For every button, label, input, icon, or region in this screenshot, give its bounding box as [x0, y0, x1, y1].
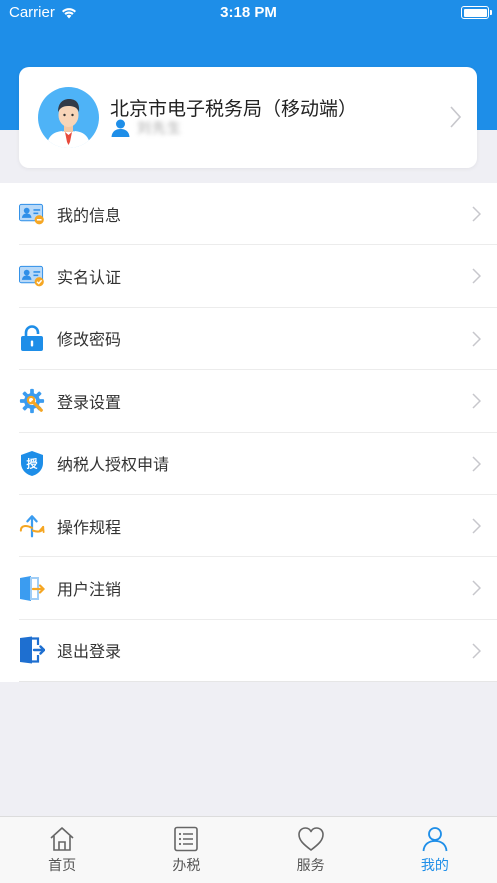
list-icon: [174, 826, 199, 852]
verified-card-icon: [19, 263, 45, 289]
authorization-shield-icon: 授: [19, 450, 45, 476]
chevron-right-icon: [472, 580, 481, 596]
menu-item-login-settings[interactable]: 登录设置: [19, 370, 497, 433]
menu-item-label: 实名认证: [57, 268, 122, 288]
tab-label: 办税: [172, 858, 201, 874]
tab-home[interactable]: 首页: [0, 817, 124, 883]
menu-item-taxpayer-authorization[interactable]: 授 纳税人授权申请: [19, 433, 497, 495]
chevron-right-icon: [472, 518, 481, 534]
door-exit-icon: [19, 575, 45, 601]
logout-icon: [19, 636, 45, 664]
person-icon: [422, 827, 448, 852]
tab-mine[interactable]: 我的: [373, 817, 497, 883]
profile-card[interactable]: 北京市电子税务局（移动端） 刘先生: [19, 67, 477, 168]
home-icon: [50, 827, 74, 851]
id-card-icon: [19, 201, 45, 227]
chevron-right-icon: [472, 268, 481, 284]
tab-tax[interactable]: 办税: [124, 817, 248, 883]
chevron-right-icon: [472, 393, 481, 409]
profile-username: 刘先生: [137, 121, 182, 137]
heart-icon: [297, 827, 324, 851]
status-bar: Carrier 3:18 PM: [0, 0, 497, 26]
chevron-right-icon: [472, 643, 481, 659]
menu-item-label: 用户注销: [57, 580, 122, 600]
user-avatar-icon: [46, 99, 91, 148]
tab-service[interactable]: 服务: [249, 817, 373, 883]
svg-text:授: 授: [27, 456, 39, 470]
menu-item-logout[interactable]: 退出登录: [19, 620, 497, 683]
profile-user-row: 刘先生: [111, 118, 182, 138]
padlock-icon: [19, 325, 45, 351]
menu-item-label: 纳税人授权申请: [57, 455, 170, 475]
menu-item-user-deregistration[interactable]: 用户注销: [19, 557, 497, 620]
menu-item-label: 我的信息: [57, 205, 122, 225]
tab-bar: 首页 办税 服务 我的: [0, 816, 497, 883]
tab-label: 我的: [420, 858, 449, 874]
menu-item-real-name-auth[interactable]: 实名认证: [19, 245, 497, 308]
chevron-right-icon: [450, 106, 461, 128]
status-time: 3:18 PM: [220, 4, 277, 21]
menu-item-label: 退出登录: [57, 642, 122, 662]
tab-label: 服务: [296, 858, 325, 874]
chevron-right-icon: [472, 206, 481, 222]
settings-menu: 我的信息 实名认证 修改密码 登录设置 授 纳税人授权申请 操作规程 用户注销 …: [0, 183, 497, 683]
menu-item-label: 登录设置: [57, 392, 122, 412]
menu-item-operating-procedures[interactable]: 操作规程: [19, 495, 497, 558]
profile-title: 北京市电子税务局（移动端）: [110, 98, 358, 120]
avatar: [38, 87, 99, 148]
chevron-right-icon: [472, 456, 481, 472]
gear-wrench-icon: [19, 388, 45, 414]
process-arrows-icon: [19, 513, 45, 539]
menu-item-change-password[interactable]: 修改密码: [19, 308, 497, 371]
menu-item-label: 修改密码: [57, 330, 122, 350]
chevron-right-icon: [472, 331, 481, 347]
tab-label: 首页: [48, 858, 77, 874]
menu-item-my-info[interactable]: 我的信息: [19, 183, 497, 246]
user-icon: [111, 119, 130, 137]
battery-icon: [461, 6, 492, 19]
menu-item-label: 操作规程: [57, 517, 122, 537]
